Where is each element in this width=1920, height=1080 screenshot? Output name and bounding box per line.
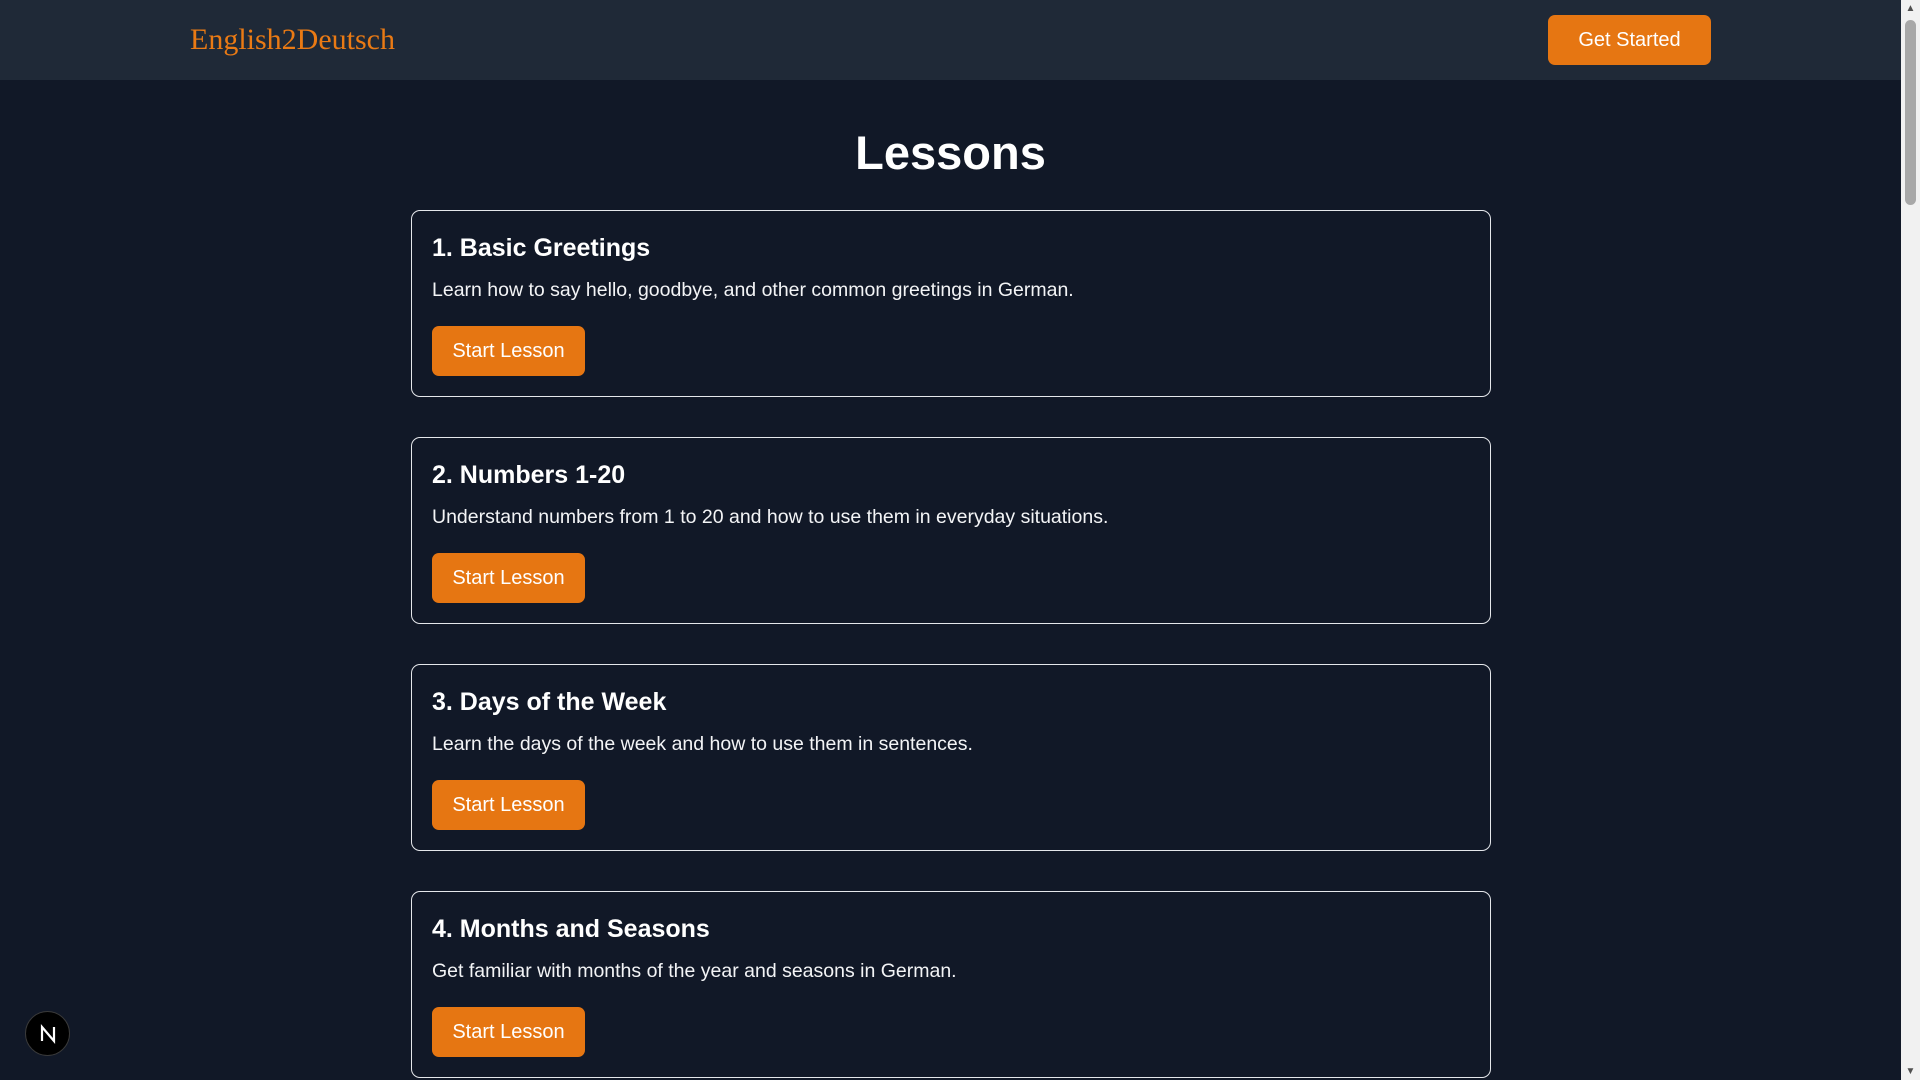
start-lesson-button[interactable]: Start Lesson — [432, 1007, 585, 1057]
lesson-list: 1. Basic Greetings Learn how to say hell… — [411, 210, 1491, 1080]
lesson-card: 3. Days of the Week Learn the days of th… — [411, 664, 1491, 851]
lesson-title: 2. Numbers 1-20 — [432, 461, 626, 489]
lesson-title: 1. Basic Greetings — [432, 234, 651, 262]
start-lesson-button[interactable]: Start Lesson — [432, 326, 585, 376]
scrollbar-thumb[interactable] — [1905, 20, 1916, 205]
scroll-down-arrow-icon[interactable]: ▼ — [1901, 1063, 1920, 1080]
lesson-description: Get familiar with months of the year and… — [432, 960, 957, 982]
lesson-title: 3. Days of the Week — [432, 688, 667, 716]
brand-logo-link[interactable]: English2Deutsch — [190, 20, 395, 60]
next-logo-glyph — [40, 1023, 55, 1044]
next-logo-icon[interactable] — [25, 1011, 70, 1056]
app-viewport: English2Deutsch Get Started Lessons 1. B… — [0, 0, 1920, 1080]
start-lesson-button[interactable]: Start Lesson — [432, 780, 585, 830]
lesson-card: 4. Months and Seasons Get familiar with … — [411, 891, 1491, 1078]
lesson-card: 1. Basic Greetings Learn how to say hell… — [411, 210, 1491, 397]
start-lesson-button[interactable]: Start Lesson — [432, 553, 585, 603]
lesson-description: Understand numbers from 1 to 20 and how … — [432, 506, 1109, 528]
top-navbar: English2Deutsch Get Started — [0, 0, 1901, 80]
page-title: Lessons — [855, 126, 1046, 179]
scroll-up-arrow-icon[interactable]: ▲ — [1901, 0, 1920, 17]
get-started-button[interactable]: Get Started — [1548, 15, 1711, 65]
lesson-description: Learn how to say hello, goodbye, and oth… — [432, 279, 1074, 301]
lesson-description: Learn the days of the week and how to us… — [432, 733, 973, 755]
lesson-card: 2. Numbers 1-20 Understand numbers from … — [411, 437, 1491, 624]
vertical-scrollbar[interactable]: ▲ ▼ — [1901, 0, 1920, 1080]
lesson-title: 4. Months and Seasons — [432, 915, 710, 943]
